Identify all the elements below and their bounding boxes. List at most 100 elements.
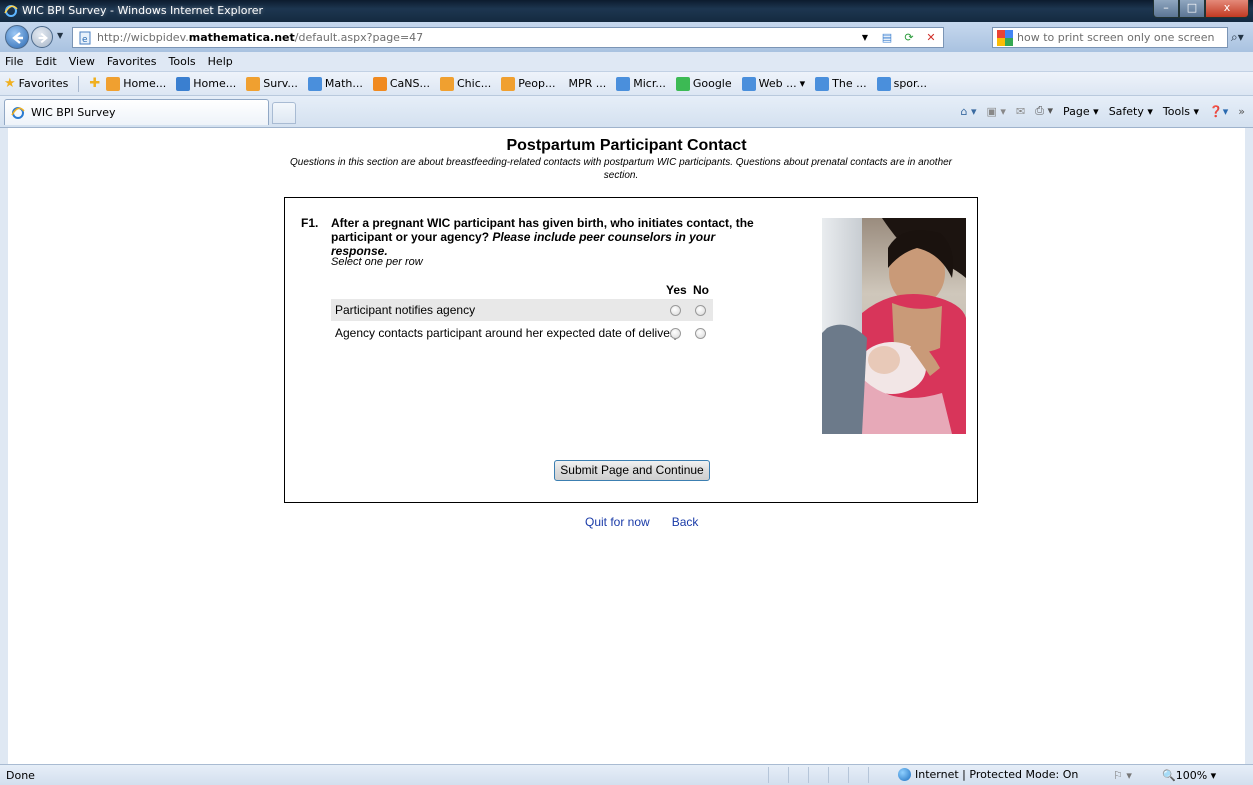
window-controls: – □ x — [1153, 0, 1249, 19]
menu-help[interactable]: Help — [207, 55, 234, 68]
status-segments — [768, 767, 888, 783]
favorites-button[interactable]: ★ Favorites — [4, 76, 68, 91]
page-nav-links: Quit for now Back — [585, 515, 698, 529]
close-button[interactable]: x — [1205, 0, 1249, 18]
favorite-site-icon — [106, 76, 121, 91]
menu-bar: File Edit View Favorites Tools Help — [0, 52, 1253, 72]
favorites-link-11[interactable]: Web ... ▾ — [741, 76, 806, 91]
address-url[interactable]: http://wicbpidev.mathematica.net/default… — [97, 31, 423, 44]
menu-favorites[interactable]: Favorites — [106, 55, 158, 68]
compatibility-view-icon[interactable]: ▤ — [879, 30, 895, 46]
page-title: Postpartum Participant Contact — [506, 137, 747, 154]
radio-no-row-2[interactable] — [695, 328, 706, 339]
add-to-favorites-icon[interactable]: ✚ — [89, 76, 100, 91]
quit-link[interactable]: Quit for now — [585, 515, 650, 529]
new-tab-button[interactable] — [272, 102, 296, 124]
globe-icon — [898, 768, 911, 781]
favorites-link-5[interactable]: CaNS... — [372, 76, 430, 91]
question-text: After a pregnant WIC participant has giv… — [331, 216, 754, 258]
favorites-link-2[interactable]: Home... — [176, 76, 236, 91]
command-bar: ⌂ ▾ ▣ ▾ ✉ ⎙ ▾ Page ▾ Safety ▾ Tools ▾ ❓▾… — [961, 104, 1245, 118]
svg-text:e: e — [82, 35, 88, 45]
question-row-2: Agency contacts participant around her e… — [331, 322, 713, 344]
forward-button[interactable] — [31, 26, 53, 48]
tab-wic-bpi-survey[interactable]: WIC BPI Survey — [4, 99, 269, 125]
security-zone[interactable]: Internet | Protected Mode: On — [898, 768, 1078, 781]
search-icon[interactable]: ⌕▾ — [1231, 30, 1244, 45]
page-menu[interactable]: Page ▾ — [1063, 105, 1099, 118]
print-icon[interactable]: ⎙ ▾ — [1035, 104, 1053, 118]
back-arrow-icon — [12, 32, 23, 44]
home-icon[interactable]: ⌂ ▾ — [961, 105, 977, 118]
question-instruction: Select one per row — [331, 256, 423, 268]
favorite-site-icon — [741, 76, 756, 91]
menu-tools[interactable]: Tools — [168, 55, 197, 68]
row-label: Participant notifies agency — [335, 303, 476, 317]
address-bar[interactable]: e http://wicbpidev.mathematica.net/defau… — [72, 27, 944, 48]
more-commands-icon[interactable]: » — [1238, 105, 1245, 118]
favorite-site-icon — [815, 76, 830, 91]
protected-mode-icon[interactable]: ⚐ ▾ — [1113, 769, 1132, 782]
window-title: WIC BPI Survey - Windows Internet Explor… — [22, 4, 264, 17]
page-icon: e — [79, 31, 91, 45]
help-icon[interactable]: ❓▾ — [1209, 105, 1228, 118]
row-label: Agency contacts participant around her e… — [335, 326, 680, 340]
column-header-no: No — [693, 283, 709, 297]
favorites-link-3[interactable]: Surv... — [246, 76, 298, 91]
favorites-link-8[interactable]: MPR ... — [565, 77, 606, 91]
page-subtitle: Questions in this section are about brea… — [289, 157, 953, 181]
minimize-button[interactable]: – — [1153, 0, 1179, 18]
maximize-button[interactable]: □ — [1179, 0, 1205, 18]
menu-view[interactable]: View — [68, 55, 96, 68]
favorites-link-1[interactable]: Home... — [106, 76, 166, 91]
tab-row: WIC BPI Survey ⌂ ▾ ▣ ▾ ✉ ⎙ ▾ Page ▾ Safe… — [0, 96, 1253, 128]
mail-icon[interactable]: ✉ — [1016, 105, 1025, 118]
favorite-site-icon — [307, 76, 322, 91]
google-search-icon — [997, 30, 1013, 46]
back-link[interactable]: Back — [672, 515, 699, 529]
back-button[interactable] — [5, 25, 29, 49]
favorites-separator — [78, 75, 80, 92]
question-box: F1. After a pregnant WIC participant has… — [284, 197, 978, 503]
status-bar: Done Internet | Protected Mode: On ⚐ ▾ 🔍… — [0, 764, 1253, 785]
favorites-link-12[interactable]: The ... — [815, 76, 867, 91]
status-text: Done — [6, 769, 35, 782]
question-row-1: Participant notifies agency — [331, 299, 713, 321]
favorites-bar: ★ Favorites ✚ Home... Home... Surv... Math.… — [0, 72, 1253, 96]
tools-menu[interactable]: Tools ▾ — [1163, 105, 1199, 118]
favorite-site-icon — [440, 76, 454, 91]
window-title-bar: WIC BPI Survey - Windows Internet Explor… — [0, 0, 1253, 22]
zoom-control[interactable]: 🔍100% ▾ — [1162, 769, 1216, 782]
favorites-link-4[interactable]: Math... — [307, 76, 363, 91]
feeds-icon[interactable]: ▣ ▾ — [987, 105, 1006, 118]
radio-yes-row-1[interactable] — [670, 305, 681, 316]
favorite-site-icon — [176, 76, 191, 91]
submit-continue-button[interactable]: Submit Page and Continue — [554, 460, 710, 481]
safety-menu[interactable]: Safety ▾ — [1109, 105, 1153, 118]
refresh-icon[interactable]: ⟳ — [901, 30, 917, 46]
favorites-link-7[interactable]: Peop... — [501, 76, 555, 91]
ie-page-icon — [11, 107, 25, 119]
stop-icon[interactable]: ✕ — [923, 30, 939, 46]
chevron-down-icon[interactable]: ▾ — [800, 77, 806, 90]
page-content: Postpartum Participant Contact Questions… — [0, 128, 1253, 764]
favorite-site-icon — [616, 76, 631, 91]
favorites-star-icon: ★ — [4, 76, 16, 91]
favorites-link-13[interactable]: spor... — [876, 76, 927, 91]
radio-no-row-1[interactable] — [695, 305, 706, 316]
favorites-link-10[interactable]: Google — [675, 76, 732, 91]
radio-yes-row-2[interactable] — [670, 328, 681, 339]
favorite-site-icon — [372, 76, 387, 91]
menu-file[interactable]: File — [4, 55, 24, 68]
search-input[interactable] — [1017, 30, 1217, 45]
favorites-link-9[interactable]: Micr... — [616, 76, 666, 91]
recent-pages-dropdown-icon[interactable]: ▼ — [57, 31, 63, 40]
forward-arrow-icon — [38, 32, 49, 44]
menu-edit[interactable]: Edit — [34, 55, 57, 68]
address-dropdown-icon[interactable]: ▼ — [857, 30, 873, 46]
favorite-site-icon — [246, 76, 261, 91]
mother-breastfeeding-photo — [822, 218, 966, 434]
favorite-site-icon — [876, 76, 891, 91]
search-box[interactable] — [992, 27, 1228, 48]
favorites-link-6[interactable]: Chic... — [440, 76, 491, 91]
